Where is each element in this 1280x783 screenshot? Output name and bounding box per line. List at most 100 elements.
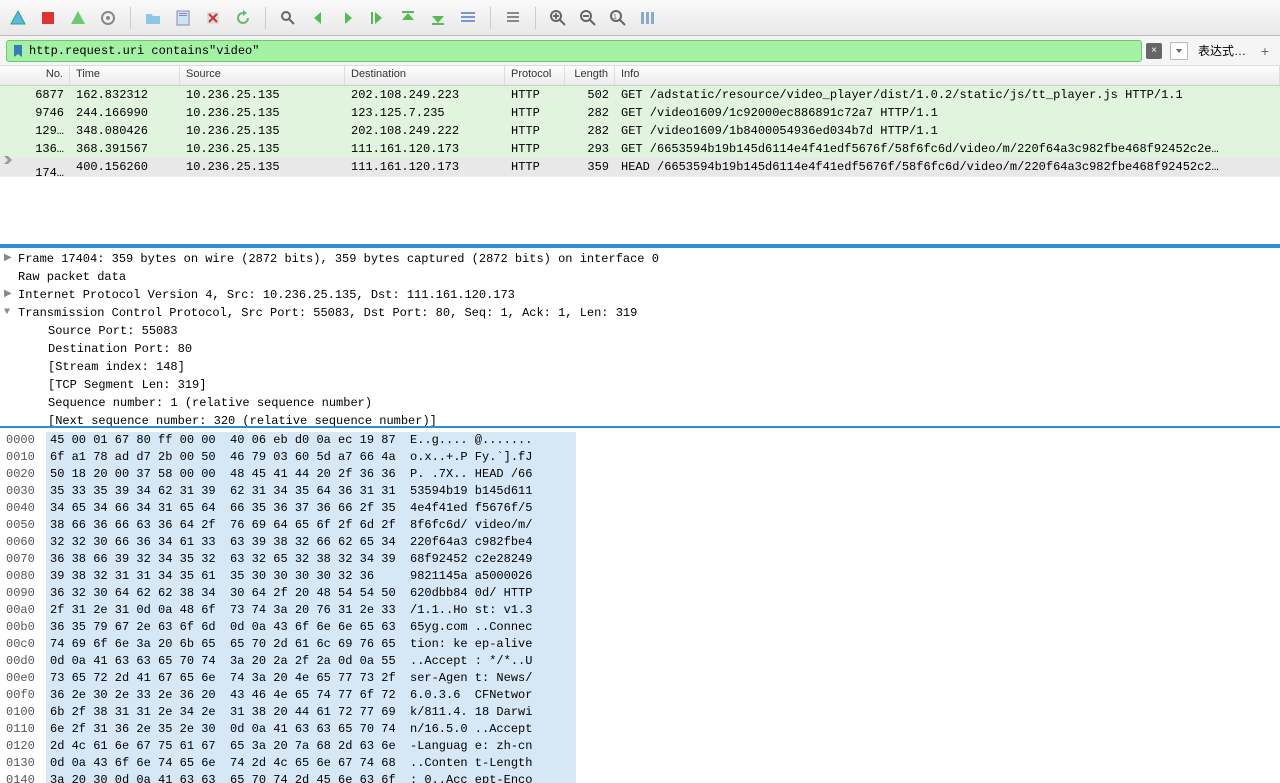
hex-row[interactable]: 004034 65 34 66 34 31 65 64 66 35 36 37 … — [6, 500, 1274, 517]
tree-arrow-icon[interactable]: ▶ — [4, 286, 18, 304]
hex-row[interactable]: 01106e 2f 31 36 2e 35 2e 30 0d 0a 41 63 … — [6, 721, 1274, 738]
restart-button[interactable] — [66, 6, 90, 30]
hex-bytes: 73 65 72 2d 41 67 65 6e 74 3a 20 4e 65 7… — [46, 670, 406, 687]
detail-text: Internet Protocol Version 4, Src: 10.236… — [18, 286, 515, 304]
hex-bytes: 0d 0a 43 6f 6e 74 65 6e 74 2d 4c 65 6e 6… — [46, 755, 406, 772]
hex-offset: 00d0 — [6, 653, 46, 670]
hex-offset: 0100 — [6, 704, 46, 721]
hex-row[interactable]: 003035 33 35 39 34 62 31 39 62 31 34 35 … — [6, 483, 1274, 500]
bookmark-icon — [11, 44, 25, 58]
detail-row[interactable]: Destination Port: 80 — [4, 340, 1276, 358]
hex-row[interactable]: 009036 32 30 64 62 62 38 34 30 64 2f 20 … — [6, 585, 1274, 602]
hex-ascii: 65yg.com ..Connec — [406, 619, 576, 636]
clear-filter-button[interactable]: × — [1146, 43, 1162, 59]
hex-row[interactable]: 01202d 4c 61 6e 67 75 61 67 65 3a 20 7a … — [6, 738, 1274, 755]
packet-row[interactable]: 9746244.16699010.236.25.135123.125.7.235… — [0, 104, 1280, 122]
detail-row[interactable]: Sequence number: 1 (relative sequence nu… — [4, 394, 1276, 412]
zoom-out-button[interactable] — [576, 6, 600, 30]
hex-row[interactable]: 00b036 35 79 67 2e 63 6f 6d 0d 0a 43 6f … — [6, 619, 1274, 636]
col-info[interactable]: Info — [615, 66, 1280, 85]
hex-offset: 0000 — [6, 432, 46, 449]
packet-row[interactable]: 174…400.15626010.236.25.135111.161.120.1… — [0, 158, 1280, 176]
hex-bytes: 36 35 79 67 2e 63 6f 6d 0d 0a 43 6f 6e 6… — [46, 619, 406, 636]
save-button[interactable] — [171, 6, 195, 30]
detail-row[interactable]: Source Port: 55083 — [4, 322, 1276, 340]
packet-list-blank — [0, 176, 1280, 244]
detail-row[interactable]: ▶Frame 17404: 359 bytes on wire (2872 bi… — [4, 250, 1276, 268]
hex-row[interactable]: 01403a 20 30 0d 0a 41 63 63 65 70 74 2d … — [6, 772, 1274, 783]
hex-bytes: 35 33 35 39 34 62 31 39 62 31 34 35 64 3… — [46, 483, 406, 500]
hex-row[interactable]: 00a02f 31 2e 31 0d 0a 48 6f 73 74 3a 20 … — [6, 602, 1274, 619]
columns-button[interactable] — [636, 6, 660, 30]
hex-row[interactable]: 007036 38 66 39 32 34 35 32 63 32 65 32 … — [6, 551, 1274, 568]
detail-row[interactable]: [TCP Segment Len: 319] — [4, 376, 1276, 394]
hex-bytes: 34 65 34 66 34 31 65 64 66 35 36 37 36 6… — [46, 500, 406, 517]
hex-row[interactable]: 008039 38 32 31 31 34 35 61 35 30 30 30 … — [6, 568, 1274, 585]
zoom-in-button[interactable] — [546, 6, 570, 30]
packet-row[interactable]: 129…348.08042610.236.25.135202.108.249.2… — [0, 122, 1280, 140]
packet-details-pane[interactable]: ▶Frame 17404: 359 bytes on wire (2872 bi… — [0, 246, 1280, 428]
packet-list-body[interactable]: 6877162.83231210.236.25.135202.108.249.2… — [0, 86, 1280, 176]
hex-ascii: ..Conten t-Length — [406, 755, 576, 772]
close-button[interactable] — [201, 6, 225, 30]
col-no[interactable]: No. — [0, 66, 70, 85]
hex-ascii: P. .7X.. HEAD /66 — [406, 466, 576, 483]
col-source[interactable]: Source — [180, 66, 345, 85]
hex-row[interactable]: 000045 00 01 67 80 ff 00 00 40 06 eb d0 … — [6, 432, 1274, 449]
packet-row[interactable]: 136…368.39156710.236.25.135111.161.120.1… — [0, 140, 1280, 158]
expression-button[interactable]: 表达式… — [1192, 42, 1252, 59]
jump-button[interactable] — [366, 6, 390, 30]
hex-bytes: 45 00 01 67 80 ff 00 00 40 06 eb d0 0a e… — [46, 432, 406, 449]
hex-row[interactable]: 00f036 2e 30 2e 33 2e 36 20 43 46 4e 65 … — [6, 687, 1274, 704]
hex-bytes: 39 38 32 31 31 34 35 61 35 30 30 30 30 3… — [46, 568, 406, 585]
just-button[interactable] — [501, 6, 525, 30]
tree-arrow-icon[interactable]: ▼ — [4, 304, 18, 322]
find-button[interactable] — [276, 6, 300, 30]
display-filter-input[interactable] — [29, 44, 1137, 58]
zoom-reset-button[interactable]: 1 — [606, 6, 630, 30]
add-filter-button[interactable]: + — [1256, 42, 1274, 60]
hex-row[interactable]: 01006b 2f 38 31 31 2e 34 2e 31 38 20 44 … — [6, 704, 1274, 721]
record-button[interactable] — [36, 6, 60, 30]
fwd-button[interactable] — [336, 6, 360, 30]
folder-button[interactable] — [141, 6, 165, 30]
col-destination[interactable]: Destination — [345, 66, 505, 85]
hex-row[interactable]: 00e073 65 72 2d 41 67 65 6e 74 3a 20 4e … — [6, 670, 1274, 687]
hex-ascii: : 0..Acc ept-Enco — [406, 772, 576, 783]
packet-list-header: No. Time Source Destination Protocol Len… — [0, 66, 1280, 86]
detail-row[interactable]: ▼Transmission Control Protocol, Src Port… — [4, 304, 1276, 322]
packet-row[interactable]: 6877162.83231210.236.25.135202.108.249.2… — [0, 86, 1280, 104]
col-time[interactable]: Time — [70, 66, 180, 85]
col-length[interactable]: Length — [565, 66, 615, 85]
hex-row[interactable]: 002050 18 20 00 37 58 00 00 48 45 41 44 … — [6, 466, 1274, 483]
hex-row[interactable]: 005038 66 36 66 63 36 64 2f 76 69 64 65 … — [6, 517, 1274, 534]
detail-text: Sequence number: 1 (relative sequence nu… — [48, 394, 372, 412]
detail-row[interactable]: [Stream index: 148] — [4, 358, 1276, 376]
hex-row[interactable]: 00d00d 0a 41 63 63 65 70 74 3a 20 2a 2f … — [6, 653, 1274, 670]
back-button[interactable] — [306, 6, 330, 30]
hex-offset: 0040 — [6, 500, 46, 517]
filter-history-dropdown[interactable] — [1170, 42, 1188, 60]
detail-row[interactable]: Raw packet data — [4, 268, 1276, 286]
hex-offset: 0010 — [6, 449, 46, 466]
hex-row[interactable]: 00c074 69 6f 6e 3a 20 6b 65 65 70 2d 61 … — [6, 636, 1274, 653]
list-button[interactable] — [456, 6, 480, 30]
hex-offset: 0020 — [6, 466, 46, 483]
up-button[interactable] — [396, 6, 420, 30]
hex-offset: 0110 — [6, 721, 46, 738]
hex-row[interactable]: 006032 32 30 66 36 34 61 33 63 39 38 32 … — [6, 534, 1274, 551]
detail-text: [Next sequence number: 320 (relative seq… — [48, 412, 437, 428]
hex-row[interactable]: 00106f a1 78 ad d7 2b 00 50 46 79 03 60 … — [6, 449, 1274, 466]
fin-button[interactable] — [6, 6, 30, 30]
settings-button[interactable] — [96, 6, 120, 30]
tree-arrow-icon[interactable]: ▶ — [4, 250, 18, 268]
col-protocol[interactable]: Protocol — [505, 66, 565, 85]
detail-row[interactable]: [Next sequence number: 320 (relative seq… — [4, 412, 1276, 428]
down-button[interactable] — [426, 6, 450, 30]
detail-row[interactable]: ▶Internet Protocol Version 4, Src: 10.23… — [4, 286, 1276, 304]
hex-row[interactable]: 01300d 0a 43 6f 6e 74 65 6e 74 2d 4c 65 … — [6, 755, 1274, 772]
hex-bytes: 6f a1 78 ad d7 2b 00 50 46 79 03 60 5d a… — [46, 449, 406, 466]
packet-bytes-pane[interactable]: 000045 00 01 67 80 ff 00 00 40 06 eb d0 … — [0, 428, 1280, 783]
hex-offset: 0070 — [6, 551, 46, 568]
reload-button[interactable] — [231, 6, 255, 30]
